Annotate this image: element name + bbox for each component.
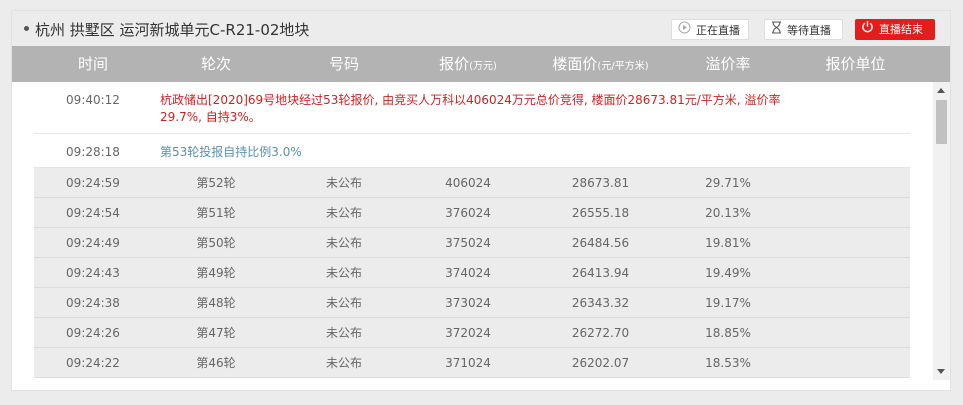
table-body[interactable]: 09:40:12 杭政储出[2020]69号地块经过53轮报价, 由竞买人万科以…	[34, 82, 910, 380]
row-number: 未公布	[325, 356, 362, 370]
row-time: 09:24:22	[66, 356, 120, 370]
announcement-line: 29.7%, 自持3%。	[160, 110, 261, 124]
row-price: 376024	[445, 206, 491, 220]
auction-live-panel: 杭州 拱墅区 运河新城单元C-R21-02地块 正在直播 等待直播 直播结束 时…	[11, 10, 951, 391]
column-time: 时间	[77, 55, 108, 73]
row-time: 09:24:43	[66, 266, 120, 280]
row-number: 未公布	[325, 206, 362, 220]
status-ended-button[interactable]: 直播结束	[855, 19, 935, 40]
row-round: 第46轮	[196, 356, 236, 370]
row-premium: 29.71%	[705, 176, 751, 190]
status-live-button[interactable]: 正在直播	[671, 19, 749, 40]
row-premium: 19.17%	[705, 296, 751, 310]
table-row: 09:24:22 第46轮 未公布 371024 26202.07 18.53%	[34, 348, 910, 378]
row-price: 375024	[445, 236, 491, 250]
column-price-unit: (万元)	[469, 61, 497, 72]
announcement-row: 09:28:18 第53轮投报自持比例3.0%	[34, 134, 910, 168]
row-time: 09:24:26	[66, 326, 120, 340]
status-live-label: 正在直播	[696, 24, 740, 37]
row-premium: 18.85%	[705, 326, 751, 340]
column-bidder: 报价单位	[825, 55, 886, 73]
table-row: 09:24:38 第48轮 未公布 373024 26343.32 19.17%	[34, 288, 910, 318]
row-bidder	[783, 228, 910, 258]
row-number: 未公布	[325, 266, 362, 280]
row-round: 第48轮	[196, 296, 236, 310]
row-time: 09:24:38	[66, 296, 120, 310]
row-number: 未公布	[325, 326, 362, 340]
announcement-message: 杭政储出[2020]69号地块经过53轮报价, 由竞买人万科以406024万元总…	[160, 92, 780, 126]
column-floor-price-unit: (元/平方米)	[597, 61, 649, 72]
row-round: 第49轮	[196, 266, 236, 280]
bullet-icon	[24, 26, 29, 31]
table-row: 09:24:26 第47轮 未公布 372024 26272.70 18.85%	[34, 318, 910, 348]
announcement-message: 第53轮投报自持比例3.0%	[160, 144, 302, 161]
table-row: 09:24:54 第51轮 未公布 376024 26555.18 20.13%	[34, 198, 910, 228]
table-row: 09:24:59 第52轮 未公布 406024 28673.81 29.71%	[34, 168, 910, 198]
row-floor-price: 26484.56	[571, 236, 630, 250]
row-floor-price: 26272.70	[571, 326, 630, 340]
column-price-label: 报价	[439, 55, 470, 73]
announcement-row: 09:40:12 杭政储出[2020]69号地块经过53轮报价, 由竞买人万科以…	[34, 82, 910, 134]
row-bidder	[783, 198, 910, 228]
row-bidder	[783, 318, 910, 348]
power-icon	[861, 19, 874, 40]
panel-header: 杭州 拱墅区 运河新城单元C-R21-02地块 正在直播 等待直播 直播结束	[12, 11, 950, 46]
row-number: 未公布	[325, 236, 362, 250]
row-round: 第52轮	[196, 176, 236, 190]
announcement-time: 09:40:12	[66, 93, 120, 107]
row-floor-price: 26343.32	[571, 296, 630, 310]
announcement-line: 第53轮投报自持比例3.0%	[160, 145, 302, 159]
row-premium: 19.81%	[705, 236, 751, 250]
row-floor-price: 26413.94	[571, 266, 630, 280]
scroll-up-arrow-icon[interactable]	[937, 88, 945, 93]
row-price: 371024	[445, 356, 491, 370]
row-time: 09:24:49	[66, 236, 120, 250]
row-bidder	[783, 168, 910, 198]
row-premium: 19.49%	[705, 266, 751, 280]
row-price: 406024	[445, 176, 491, 190]
row-round: 第50轮	[196, 236, 236, 250]
column-floor-price: 楼面价(元/平方米)	[528, 46, 673, 82]
row-bidder	[783, 258, 910, 288]
row-price: 372024	[445, 326, 491, 340]
play-icon	[678, 20, 691, 41]
row-round: 第51轮	[196, 206, 236, 220]
row-time: 09:24:59	[66, 176, 120, 190]
table-header: 时间 轮次 号码 报价(万元) 楼面价(元/平方米) 溢价率 报价单位	[12, 46, 950, 82]
row-premium: 18.53%	[705, 356, 751, 370]
row-premium: 20.13%	[705, 206, 751, 220]
hourglass-icon	[771, 20, 782, 41]
announcement-line: 杭政储出[2020]69号地块经过53轮报价, 由竞买人万科以406024万元总…	[160, 93, 781, 107]
column-price: 报价(万元)	[408, 46, 528, 82]
row-bidder	[783, 348, 910, 378]
vertical-scrollbar[interactable]	[933, 82, 950, 380]
announcement-time: 09:28:18	[66, 145, 120, 159]
row-price: 373024	[445, 296, 491, 310]
row-time: 09:24:54	[66, 206, 120, 220]
row-number: 未公布	[325, 176, 362, 190]
row-floor-price: 28673.81	[571, 176, 630, 190]
column-floor-price-label: 楼面价	[552, 55, 598, 73]
column-round: 轮次	[200, 55, 231, 73]
row-floor-price: 26202.07	[571, 356, 630, 370]
row-price: 374024	[445, 266, 491, 280]
row-round: 第47轮	[196, 326, 236, 340]
column-number: 号码	[328, 55, 359, 73]
status-waiting-label: 等待直播	[787, 24, 831, 37]
table-row: 09:24:49 第50轮 未公布 375024 26484.56 19.81%	[34, 228, 910, 258]
table-row: 09:24:43 第49轮 未公布 374024 26413.94 19.49%	[34, 258, 910, 288]
scroll-down-arrow-icon[interactable]	[937, 369, 945, 374]
plot-title-text: 杭州 拱墅区 运河新城单元C-R21-02地块	[35, 21, 310, 39]
plot-title: 杭州 拱墅区 运河新城单元C-R21-02地块	[24, 19, 309, 40]
column-premium: 溢价率	[705, 55, 751, 73]
row-bidder	[783, 288, 910, 318]
status-ended-label: 直播结束	[879, 23, 923, 36]
scrollbar-thumb[interactable]	[936, 100, 947, 144]
row-floor-price: 26555.18	[571, 206, 630, 220]
status-waiting-button[interactable]: 等待直播	[764, 19, 843, 40]
row-number: 未公布	[325, 296, 362, 310]
